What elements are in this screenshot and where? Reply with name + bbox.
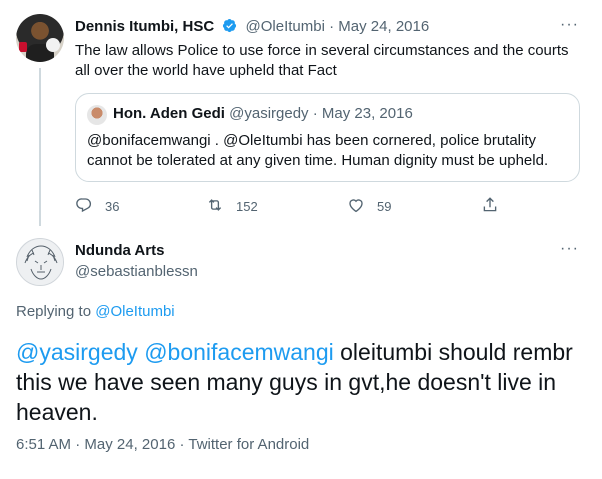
mention-link-yasirgedy[interactable]: @yasirgedy: [16, 339, 138, 365]
quoted-tweet-date: May 23, 2016: [321, 105, 413, 122]
reply-button[interactable]: 36: [75, 196, 119, 217]
like-count: 59: [377, 199, 392, 214]
verified-badge-icon: [222, 18, 237, 33]
thread-connector-line: [39, 68, 41, 226]
meta-separator-2: ·: [179, 436, 185, 453]
parent-author-name[interactable]: Dennis Itumbi, HSC: [75, 18, 214, 35]
quoted-author-avatar: [87, 105, 107, 125]
main-tweet-text: @yasirgedy @bonifacemwangi oleitumbi sho…: [16, 337, 586, 427]
reply-count: 36: [105, 199, 120, 214]
header-separator: ·: [329, 18, 335, 35]
share-button[interactable]: [481, 196, 499, 217]
replying-to-line: Replying to @OleItumbi: [16, 303, 175, 320]
parent-tweet-text: The law allows Police to use force in se…: [75, 42, 569, 79]
quoted-tweet-text: @bonifacemwangi . @OleItumbi has been co…: [87, 132, 549, 169]
like-button[interactable]: 59: [347, 196, 391, 217]
tweet-metadata: 6:51 AM · May 24, 2016 · Twitter for And…: [16, 436, 309, 453]
retweet-icon: [206, 196, 224, 217]
meta-separator-1: ·: [75, 436, 81, 453]
tweet-time[interactable]: 6:51 AM: [16, 436, 71, 453]
main-author-avatar[interactable]: [16, 238, 64, 286]
quoted-tweet-header: Hon. Aden Gedi @yasirgedy · May 23, 2016: [113, 105, 413, 122]
reply-icon: [75, 196, 93, 217]
parent-author-handle[interactable]: @OleItumbi: [246, 18, 325, 35]
main-more-options-icon[interactable]: ···: [560, 240, 579, 258]
quoted-author-handle: @yasirgedy: [229, 105, 309, 122]
quoted-author-name: Hon. Aden Gedi: [113, 105, 225, 122]
tweet-source[interactable]: Twitter for Android: [188, 436, 309, 453]
quoted-header-separator: ·: [312, 105, 318, 122]
retweet-count: 152: [236, 199, 258, 214]
heart-icon: [347, 196, 365, 217]
parent-author-avatar[interactable]: [16, 14, 64, 62]
replying-to-label: Replying to: [16, 303, 92, 320]
parent-tweet-header: Dennis Itumbi, HSC @OleItumbi · May 24, …: [75, 18, 429, 35]
quoted-tweet-card[interactable]: Hon. Aden Gedi @yasirgedy · May 23, 2016…: [75, 93, 580, 182]
mention-link-bonifacemwangi[interactable]: @bonifacemwangi: [144, 339, 334, 365]
replying-to-handle-link[interactable]: @OleItumbi: [95, 303, 174, 320]
main-author-handle[interactable]: @sebastianblessn: [75, 263, 198, 280]
retweet-button[interactable]: 152: [206, 196, 258, 217]
parent-more-options-icon[interactable]: ···: [560, 16, 579, 34]
main-author-name[interactable]: Ndunda Arts: [75, 242, 164, 259]
parent-tweet-date[interactable]: May 24, 2016: [338, 18, 429, 35]
share-icon: [481, 196, 499, 217]
tweet-date[interactable]: May 24, 2016: [84, 436, 175, 453]
